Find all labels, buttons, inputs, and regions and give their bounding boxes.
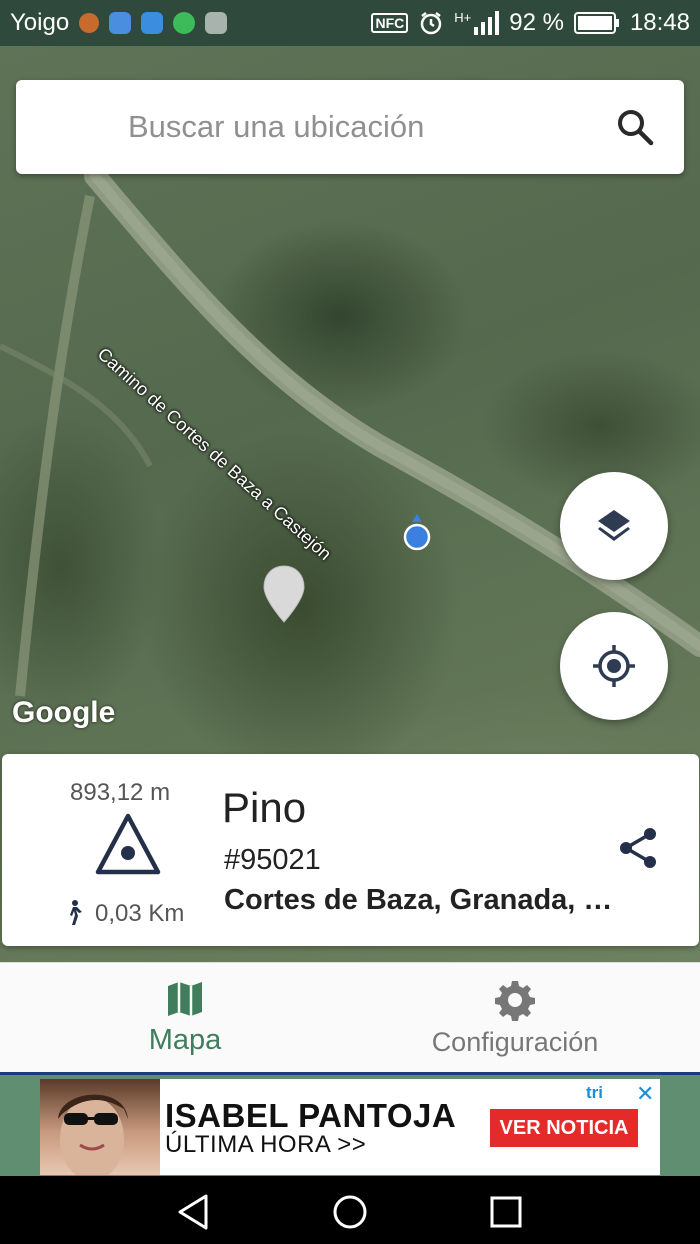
- ad-cta-button[interactable]: VER NOTICIA: [490, 1109, 638, 1147]
- my-location-button[interactable]: [560, 612, 668, 720]
- layers-icon: [598, 510, 630, 541]
- tab-configuracion-label: Configuración: [431, 1026, 599, 1057]
- back-icon[interactable]: [174, 1192, 214, 1232]
- battery-percent: 92 %: [509, 9, 564, 36]
- ad-title: ISABEL PANTOJA: [165, 1097, 457, 1134]
- geodesic-vertex-icon: [95, 813, 161, 875]
- mail-notification-icon: [205, 12, 228, 34]
- ad-banner[interactable]: ISABEL PANTOJA ÚLTIMA HORA >> VER NOTICI…: [40, 1079, 660, 1175]
- status-right: NFC H+ 92 % 18:48: [371, 9, 690, 37]
- current-location-dot: [403, 514, 431, 551]
- google-logo: Google: [12, 696, 116, 729]
- bottom-navigation: Mapa Configuración: [0, 962, 700, 1072]
- status-bar: Yoigo NFC H+ 92 % 18:48: [0, 0, 700, 46]
- signal-icon: [474, 11, 500, 35]
- tab-mapa-label: Mapa: [148, 1023, 222, 1056]
- whatsapp-icon: [173, 12, 196, 34]
- search-bar[interactable]: [16, 80, 684, 174]
- tab-mapa[interactable]: Mapa: [120, 963, 250, 1073]
- carrier-name: Yoigo: [10, 9, 70, 36]
- poi-pin-marker[interactable]: [262, 564, 306, 624]
- nfc-icon: NFC: [371, 13, 409, 33]
- share-icon[interactable]: [616, 826, 660, 870]
- home-icon[interactable]: [330, 1192, 370, 1232]
- network-type-icon: H+: [454, 9, 472, 25]
- clock: 18:48: [629, 9, 690, 36]
- gear-icon: [495, 980, 535, 1021]
- system-navigation-bar: [0, 1176, 700, 1244]
- poi-address: Cortes de Baza, Granada, …: [224, 884, 613, 916]
- map-icon: [168, 981, 202, 1016]
- ad-subtitle: ÚLTIMA HORA >>: [165, 1131, 367, 1158]
- poi-id: #95021: [224, 844, 321, 876]
- battery-icon: [573, 12, 619, 34]
- status-left: Yoigo: [10, 9, 228, 37]
- recents-icon[interactable]: [486, 1192, 526, 1232]
- alarm-icon: [421, 12, 442, 35]
- layers-button[interactable]: [560, 472, 668, 580]
- tab-configuracion[interactable]: Configuración: [410, 963, 620, 1073]
- ad-person-image: [58, 1094, 128, 1175]
- walking-icon: [70, 900, 82, 925]
- side-track: [15, 195, 95, 697]
- poi-info-card[interactable]: 893,12 m 0,03 Km Pino #95021 Cortes de B…: [2, 754, 699, 946]
- app-screen: Yoigo NFC H+ 92 % 18:48 Camino de Cortes…: [0, 0, 700, 1244]
- ad-photo: [40, 1079, 160, 1175]
- app-notification-icon: [79, 13, 100, 33]
- ad-close-icon[interactable]: ✕: [636, 1081, 654, 1107]
- distance-value: 0,03 Km: [95, 900, 185, 927]
- message-notification-icon: [141, 12, 164, 34]
- elevation-value: 893,12 m: [70, 779, 171, 806]
- search-input[interactable]: [128, 109, 684, 145]
- crosshair-icon: [593, 645, 635, 687]
- ad-choices-icon[interactable]: tri: [586, 1083, 603, 1103]
- search-icon[interactable]: [616, 108, 654, 146]
- ad-container: ISABEL PANTOJA ÚLTIMA HORA >> VER NOTICI…: [0, 1072, 700, 1176]
- poi-name: Pino: [222, 784, 307, 831]
- maps-notification-icon: [109, 12, 132, 34]
